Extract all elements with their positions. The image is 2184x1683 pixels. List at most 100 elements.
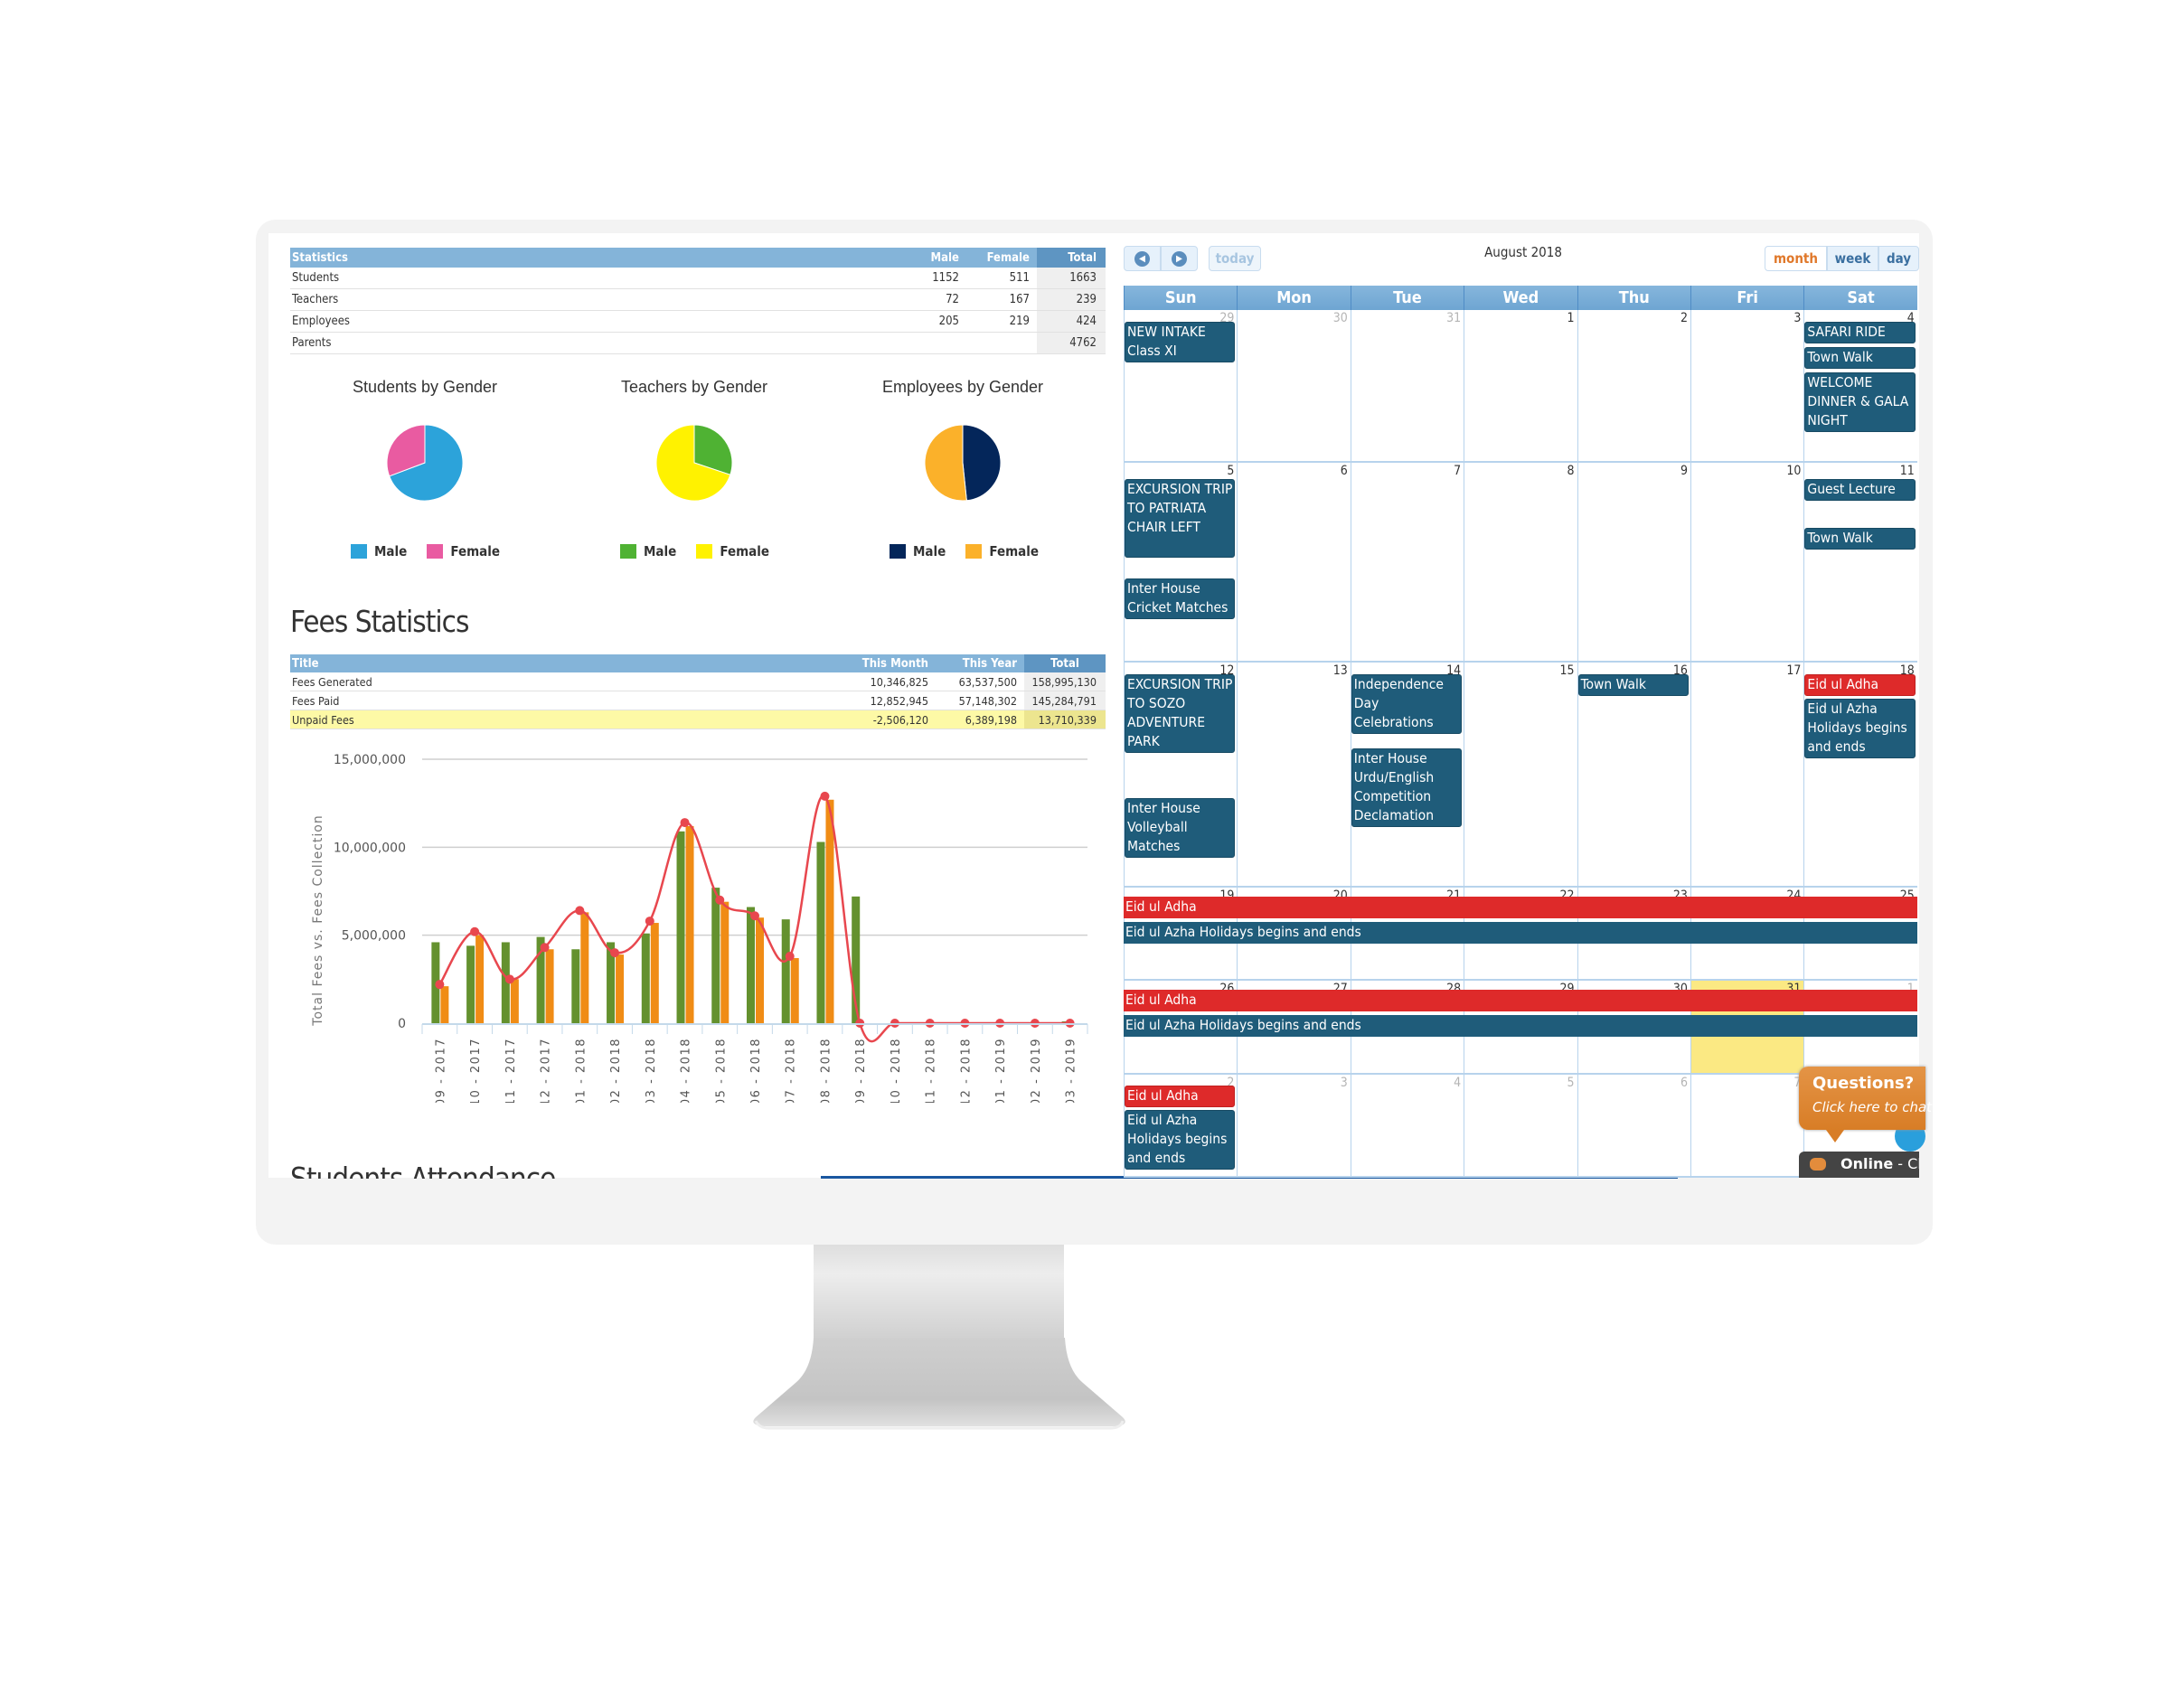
- bar-fees-collection: [545, 949, 554, 1023]
- employees-gender-pie: [924, 424, 1002, 502]
- weekday-mon: Mon: [1237, 286, 1351, 310]
- calendar-day[interactable]: 1: [1464, 310, 1577, 461]
- calendar-day[interactable]: 31: [1350, 310, 1464, 461]
- calendar-event[interactable]: EXCURSION TRIP TO PATRIATA CHAIR LEFT: [1125, 479, 1236, 558]
- calendar-weekday-header: Sun Mon Tue Wed Thu Fri Sat: [1124, 286, 1919, 310]
- day-number: 3: [1793, 311, 1802, 325]
- trend-point: [645, 917, 654, 926]
- calendar-multiday-event[interactable]: Eid ul Adha: [1124, 990, 1917, 1011]
- this-year-value: 57,148,302: [958, 693, 1017, 708]
- calendar-day[interactable]: 10: [1690, 463, 1803, 661]
- calendar-day[interactable]: 8: [1464, 463, 1577, 661]
- y-tick-label: 0: [398, 1017, 406, 1031]
- bar-fees-collection: [825, 799, 834, 1023]
- trend-point: [715, 895, 725, 905]
- calendar-event[interactable]: Eid ul Adha: [1804, 674, 1916, 696]
- chat-cta: Click here to chat: [1812, 1099, 1933, 1115]
- male-count: 205: [938, 315, 959, 328]
- prev-month-button[interactable]: ◀: [1124, 246, 1161, 271]
- calendar-event[interactable]: Inter House Volleyball Matches: [1125, 798, 1236, 858]
- bar-fees-collection: [616, 954, 625, 1023]
- calendar-day[interactable]: 6: [1577, 1075, 1690, 1176]
- calendar-day[interactable]: 15: [1464, 663, 1577, 886]
- calendar-event[interactable]: Town Walk: [1804, 347, 1916, 369]
- view-day-button[interactable]: day: [1878, 246, 1919, 271]
- calendar-event[interactable]: Inter House Urdu/English Competition Dec…: [1351, 748, 1463, 827]
- trend-point: [504, 974, 514, 984]
- chat-status-bar[interactable]: Online - Chat: [1799, 1152, 1919, 1178]
- trend-point: [470, 926, 480, 936]
- calendar-day[interactable]: 2: [1577, 310, 1690, 461]
- next-month-button[interactable]: ▶: [1161, 246, 1198, 271]
- legend-label-male: Male: [644, 543, 677, 559]
- calendar-day[interactable]: 30: [1237, 310, 1350, 461]
- fees-chart: 0 5,000,000 10,000,000 15,000,000 Total Fee…: [311, 753, 1088, 1103]
- students-attendance-title: Students Attendance: [290, 1161, 556, 1179]
- header-statistics: Statistics: [292, 250, 348, 265]
- bar-fees-collection: [756, 917, 764, 1023]
- calendar-day[interactable]: 5: [1464, 1075, 1577, 1176]
- calendar-day[interactable]: 3: [1690, 310, 1803, 461]
- legend-swatch-female: [696, 544, 713, 559]
- table-row: Students 1152 511 1663: [290, 268, 1106, 289]
- calendar-day[interactable]: 4: [1350, 1075, 1464, 1176]
- day-number: 11: [1899, 464, 1915, 478]
- female-count: 167: [1009, 293, 1030, 306]
- teachers-gender-pie: [655, 424, 733, 502]
- x-tick-label: 06 - 2018: [749, 1038, 763, 1103]
- calendar-day[interactable]: 6: [1237, 463, 1350, 661]
- today-button[interactable]: today: [1209, 246, 1261, 271]
- x-tick-label: 11 - 2017: [504, 1038, 518, 1103]
- total-count: 4762: [1037, 333, 1106, 353]
- calendar-multiday-event[interactable]: Eid ul Adha: [1124, 897, 1917, 918]
- calendar-event[interactable]: WELCOME DINNER & GALA NIGHT: [1804, 372, 1916, 432]
- calendar-multiday-event[interactable]: Eid ul Azha Holidays begins and ends: [1124, 922, 1917, 944]
- day-number: 3: [1340, 1076, 1348, 1090]
- y-axis-label: Total Fees vs. Fees Collection: [311, 814, 325, 1026]
- calendar-day[interactable]: 13: [1237, 663, 1350, 886]
- calendar-event[interactable]: SAFARI RIDE: [1804, 322, 1916, 343]
- bar-total-fees: [816, 842, 825, 1023]
- calendar-day[interactable]: 9: [1577, 463, 1690, 661]
- legend-label-male: Male: [913, 543, 946, 559]
- calendar-day[interactable]: 3: [1237, 1075, 1350, 1176]
- table-row: Fees Generated 10,346,825 63,537,500 158…: [290, 672, 1106, 691]
- row-label: Teachers: [292, 293, 339, 306]
- male-count: 1152: [932, 271, 959, 285]
- chat-prompt-bubble[interactable]: Questions? Click here to chat: [1799, 1067, 1932, 1130]
- day-number: 31: [1446, 311, 1462, 325]
- calendar-event[interactable]: NEW INTAKE Class XI: [1125, 322, 1236, 362]
- total-count: 424: [1037, 311, 1106, 332]
- calendar-day[interactable]: 18: [1803, 663, 1916, 886]
- day-number: 30: [1332, 311, 1348, 325]
- legend-swatch-female: [427, 544, 444, 559]
- calendar-event[interactable]: Town Walk: [1577, 674, 1689, 696]
- calendar-day[interactable]: 16: [1577, 663, 1690, 886]
- this-year-value: 63,537,500: [958, 674, 1017, 689]
- calendar-event[interactable]: Town Walk: [1804, 528, 1916, 550]
- calendar-month-grid: 29 30 31 1 2 3 4 NEW INTAKE Class XI SAFARI RIDE…: [1124, 310, 1917, 1178]
- x-tick-label: 04 - 2018: [680, 1038, 693, 1103]
- table-row: Parents 4762: [290, 333, 1106, 354]
- view-month-button[interactable]: month: [1765, 246, 1827, 271]
- day-number: 13: [1332, 663, 1348, 678]
- chat-bubble-tail: [1826, 1130, 1844, 1142]
- bar-fees-collection: [650, 923, 659, 1023]
- trend-point: [820, 791, 830, 801]
- calendar-event[interactable]: Eid ul Azha Holidays begins and ends: [1804, 699, 1916, 758]
- calendar-event[interactable]: Guest Lecture: [1804, 479, 1916, 501]
- this-month-value: 10,346,825: [870, 674, 928, 689]
- view-week-button[interactable]: week: [1827, 246, 1878, 271]
- calendar-day[interactable]: 7: [1350, 463, 1464, 661]
- calendar-event[interactable]: Inter House Cricket Matches: [1125, 578, 1236, 619]
- calendar-day[interactable]: 17: [1690, 663, 1803, 886]
- x-tick-label: 07 - 2018: [785, 1038, 798, 1103]
- calendar-event[interactable]: Eid ul Azha Holidays begins and ends: [1125, 1110, 1236, 1170]
- day-number: 2: [1680, 311, 1688, 325]
- calendar-event[interactable]: Independence Day Celebrations: [1351, 674, 1463, 734]
- calendar-event[interactable]: Eid ul Adha: [1125, 1086, 1236, 1107]
- calendar-event[interactable]: EXCURSION TRIP TO SOZO ADVENTURE PARK: [1125, 674, 1236, 753]
- calendar-day[interactable]: 7: [1690, 1075, 1803, 1176]
- bar-fees-collection: [440, 986, 449, 1023]
- calendar-multiday-event[interactable]: Eid ul Azha Holidays begins and ends: [1124, 1015, 1917, 1037]
